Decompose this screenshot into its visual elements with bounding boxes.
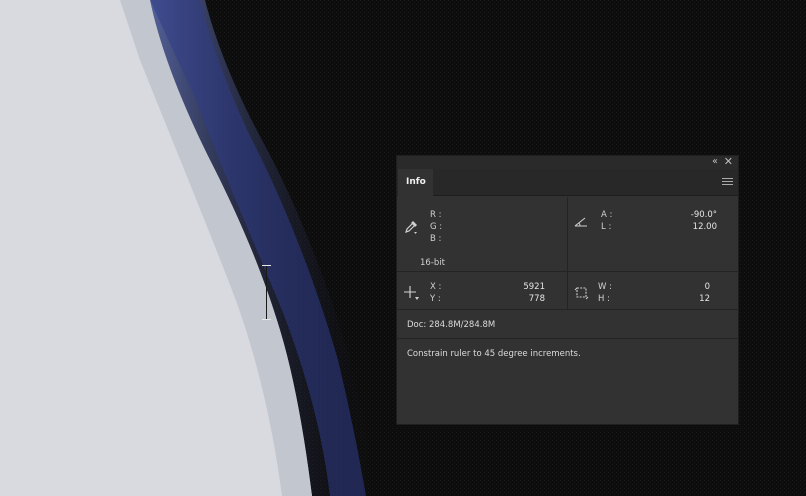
- x-value: 5921: [523, 282, 545, 292]
- doc-size-section: Doc: 284.8M/284.8M: [397, 310, 738, 339]
- color-angle-section: R : G : B : 16-bit A : -90.0° L : 12.00: [397, 197, 738, 272]
- ruler-line[interactable]: [266, 265, 267, 319]
- double-chevron-left-icon[interactable]: ‹‹: [712, 156, 718, 168]
- crosshair-icon[interactable]: [403, 285, 419, 301]
- w-label: W :: [598, 282, 612, 292]
- panel-tab-bar: Info: [397, 169, 738, 196]
- tab-info[interactable]: Info: [398, 169, 433, 196]
- panel-menu-icon[interactable]: [722, 178, 733, 186]
- w-value: 0: [704, 282, 710, 292]
- b-label: B :: [430, 234, 442, 244]
- ruler-start-handle[interactable]: [262, 265, 271, 266]
- a-value: -90.0°: [690, 210, 717, 220]
- panel-title-bar[interactable]: ‹‹ ✕: [397, 156, 738, 169]
- info-panel: ‹‹ ✕ Info R : G : B : 16-bit A : -90.0° …: [396, 155, 739, 425]
- angle-icon: [574, 217, 587, 227]
- bit-depth-label[interactable]: 16-bit: [420, 257, 445, 269]
- h-label: H :: [598, 294, 610, 304]
- close-icon[interactable]: ✕: [724, 156, 733, 168]
- l-value: 12.00: [692, 222, 717, 232]
- g-label: G :: [430, 222, 443, 232]
- h-value: 12: [699, 294, 710, 304]
- a-label: A :: [601, 210, 613, 220]
- y-value: 778: [528, 294, 545, 304]
- doc-size-text: Doc: 284.8M/284.8M: [407, 320, 496, 330]
- l-label: L :: [601, 222, 612, 232]
- position-size-section: X : 5921 Y : 778 W : 0 H : 12: [397, 272, 738, 310]
- r-label: R :: [430, 210, 442, 220]
- eyedropper-icon[interactable]: [404, 220, 418, 234]
- selection-size-icon: [574, 287, 589, 300]
- ruler-end-handle[interactable]: [262, 319, 271, 320]
- x-label: X :: [430, 282, 442, 292]
- hint-section: Constrain ruler to 45 degree increments.: [397, 339, 738, 424]
- tool-hint-text: Constrain ruler to 45 degree increments.: [407, 349, 581, 359]
- y-label: Y :: [430, 294, 441, 304]
